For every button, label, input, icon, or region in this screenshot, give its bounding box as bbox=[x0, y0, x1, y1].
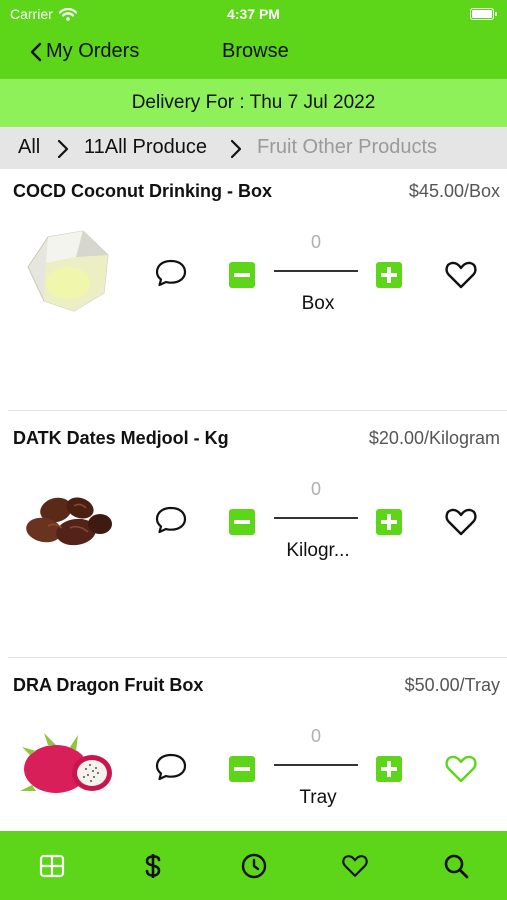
product-price: $50.00/Tray bbox=[404, 675, 500, 695]
product-price: $20.00/Kilogram bbox=[368, 428, 500, 448]
product-row: DATK Dates Medjool - Kg $20.00/Kilogram … bbox=[0, 416, 507, 658]
decrease-quantity-button[interactable] bbox=[229, 756, 255, 782]
search-icon bbox=[444, 854, 469, 879]
decrease-quantity-button[interactable] bbox=[229, 262, 255, 288]
quantity-value[interactable]: 0 bbox=[274, 726, 358, 747]
clock-icon bbox=[241, 853, 267, 879]
quantity-value[interactable]: 0 bbox=[274, 232, 358, 253]
product-name: DRA Dragon Fruit Box bbox=[13, 675, 204, 695]
comment-icon[interactable] bbox=[154, 504, 188, 536]
product-row: DRA Dragon Fruit Box $50.00/Tray 0 Tray bbox=[0, 663, 507, 831]
breadcrumb-item-all[interactable]: All bbox=[18, 136, 40, 159]
increase-quantity-button[interactable] bbox=[376, 756, 402, 782]
chevron-right-icon bbox=[57, 139, 69, 159]
status-time: 4:37 PM bbox=[227, 6, 280, 22]
heart-icon[interactable] bbox=[444, 753, 478, 785]
heart-icon[interactable] bbox=[444, 506, 478, 538]
coconut-image bbox=[27, 230, 109, 312]
breadcrumb-item-produce[interactable]: 11All Produce bbox=[84, 136, 207, 159]
tab-search[interactable] bbox=[441, 851, 471, 881]
tab-browse[interactable] bbox=[37, 851, 67, 881]
heart-icon[interactable] bbox=[444, 259, 478, 291]
tab-pricing[interactable] bbox=[138, 851, 168, 881]
dragon-fruit-image bbox=[20, 733, 112, 793]
delivery-text: Delivery For : Thu 7 Jul 2022 bbox=[131, 92, 376, 113]
quantity-underline bbox=[274, 517, 358, 519]
breadcrumb: All 11All Produce Fruit Other Products bbox=[0, 127, 507, 169]
product-name: COCD Coconut Drinking - Box bbox=[13, 181, 272, 201]
dates-image bbox=[26, 497, 112, 546]
chevron-left-icon bbox=[30, 42, 42, 61]
decrease-quantity-button[interactable] bbox=[229, 509, 255, 535]
row-divider bbox=[8, 657, 507, 658]
row-divider bbox=[8, 410, 507, 411]
back-button[interactable]: My Orders bbox=[30, 40, 139, 63]
unit-label: Kilogr... bbox=[286, 540, 350, 561]
product-row: COCD Coconut Drinking - Box $45.00/Box 0… bbox=[0, 169, 507, 411]
page-title: Browse bbox=[222, 40, 289, 62]
chevron-right-icon bbox=[230, 139, 242, 159]
grid-icon bbox=[39, 854, 65, 878]
dollar-icon bbox=[145, 854, 161, 878]
nav-bar: My Orders Browse bbox=[0, 36, 507, 70]
comment-icon[interactable] bbox=[154, 257, 188, 289]
quantity-underline bbox=[274, 764, 358, 766]
tab-history[interactable] bbox=[239, 851, 269, 881]
quantity-value[interactable]: 0 bbox=[274, 479, 358, 500]
product-name: DATK Dates Medjool - Kg bbox=[13, 428, 229, 448]
status-bar: Carrier 4:37 PM bbox=[0, 0, 507, 30]
product-price: $45.00/Box bbox=[408, 181, 500, 201]
unit-label: Tray bbox=[299, 787, 337, 808]
battery-icon bbox=[470, 8, 497, 20]
tab-favorites[interactable] bbox=[340, 851, 370, 881]
unit-label: Box bbox=[301, 293, 335, 314]
breadcrumb-item-current: Fruit Other Products bbox=[257, 136, 438, 158]
increase-quantity-button[interactable] bbox=[376, 509, 402, 535]
tab-bar bbox=[0, 831, 507, 900]
back-label: My Orders bbox=[46, 40, 140, 62]
comment-icon[interactable] bbox=[154, 751, 188, 783]
app-header: Carrier 4:37 PM My Orders Browse bbox=[0, 0, 507, 79]
heart-icon bbox=[342, 855, 368, 877]
quantity-underline bbox=[274, 270, 358, 272]
delivery-banner: Delivery For : Thu 7 Jul 2022 bbox=[0, 79, 507, 127]
increase-quantity-button[interactable] bbox=[376, 262, 402, 288]
